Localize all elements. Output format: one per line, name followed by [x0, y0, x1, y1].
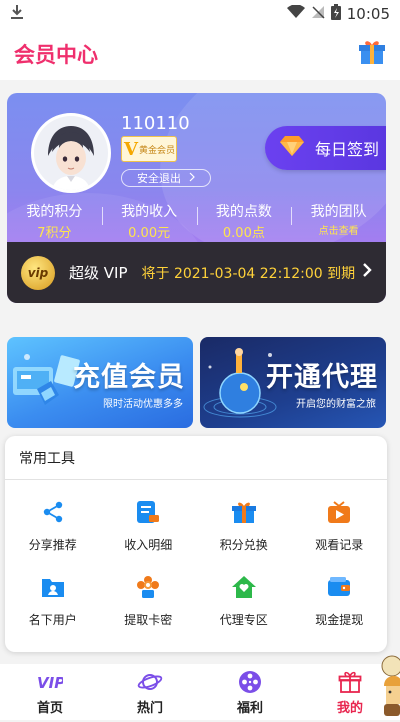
nav-label: 福利 [236, 701, 263, 716]
tool-agent-zone[interactable]: 代理专区 [196, 573, 292, 628]
tool-my-users[interactable]: 名下用户 [5, 573, 101, 628]
status-bar: 10:05 [0, 0, 400, 28]
tool-cash-withdraw[interactable]: 现金提现 [292, 573, 388, 628]
daily-checkin-button[interactable]: 每日签到 [265, 126, 386, 170]
banner-title: 充值会员 [73, 362, 185, 393]
tool-label: 名下用户 [28, 613, 77, 627]
card-code-icon [134, 573, 162, 601]
tools-title: 常用工具 [5, 436, 387, 480]
page-title: 会员中心 [14, 43, 98, 67]
planet-icon [137, 670, 163, 694]
stat-label: 我的团队 [310, 204, 367, 220]
stat-label: 我的积分 [26, 204, 83, 220]
badge-letter: V [124, 138, 138, 160]
banner-subtitle: 开启您的财富之旅 [296, 399, 376, 410]
nav-hot[interactable]: 热门 [100, 664, 200, 720]
nav-label: 热门 [136, 701, 163, 716]
stat-credits[interactable]: 我的点数 0.00点 [196, 201, 292, 241]
recharge-member-banner[interactable]: 充值会员 限时活动优惠多多 [7, 337, 193, 428]
download-icon [10, 4, 24, 24]
stat-points[interactable]: 我的积分 7积分 [7, 201, 102, 241]
svg-text:VIP: VIP [37, 674, 63, 690]
member-card: 110110 V 黄金会员 安全退出 每日签到 我的积分 7积分 我的收入 0.… [7, 93, 386, 303]
wallet-icon [325, 573, 353, 601]
vip-label: 超级 VIP [69, 264, 128, 282]
bottom-navigation: VIP 首页 热门 福利 我的 [0, 664, 400, 720]
nav-label: 我的 [336, 701, 363, 716]
avatar[interactable] [31, 113, 111, 193]
logout-button[interactable]: 安全退出 [121, 169, 211, 187]
nav-label: 首页 [36, 701, 63, 716]
stat-label: 我的收入 [121, 204, 178, 220]
user-folder-icon [39, 573, 67, 601]
tool-points-exchange[interactable]: 积分兑换 [196, 498, 292, 553]
app-header: 会员中心 [0, 28, 400, 80]
username: 110110 [121, 113, 190, 134]
stats-row: 我的积分 7积分 我的收入 0.00元 我的点数 0.00点 我的团队 点击查看 [7, 201, 386, 241]
vip-expiry-bar[interactable]: vip 超级 VIP 将于 2021-03-04 22:12:00 到期 [7, 242, 386, 303]
stat-value: 0.00元 [128, 226, 171, 241]
banner-title: 开通代理 [266, 362, 378, 393]
stat-value: 点击查看 [318, 226, 359, 237]
vip-home-icon: VIP [37, 670, 63, 694]
gift-icon [230, 498, 258, 526]
diamond-icon [279, 135, 305, 161]
nav-welfare[interactable]: 福利 [200, 664, 300, 720]
tool-share-recommend[interactable]: 分享推荐 [5, 498, 101, 553]
income-detail-icon [134, 498, 162, 526]
checkin-label: 每日签到 [315, 140, 380, 159]
member-level-badge: V 黄金会员 [121, 136, 177, 162]
tool-label: 观看记录 [315, 538, 364, 552]
vip-coin-icon: vip [21, 255, 55, 290]
open-agent-banner[interactable]: 开通代理 开启您的财富之旅 [200, 337, 386, 428]
agent-home-icon [230, 573, 258, 601]
floating-mascot[interactable] [374, 652, 400, 718]
stat-income[interactable]: 我的收入 0.00元 [101, 201, 197, 241]
vip-expire-text: 将于 2021-03-04 22:12:00 到期 [141, 265, 356, 282]
battery-icon [330, 4, 341, 24]
tool-watch-history[interactable]: 观看记录 [292, 498, 388, 553]
tool-label: 分享推荐 [28, 538, 77, 552]
tool-extract-card[interactable]: 提取卡密 [101, 573, 197, 628]
stat-value: 7积分 [37, 226, 72, 241]
stat-label: 我的点数 [215, 204, 272, 220]
common-tools-panel: 常用工具 分享推荐 收入明细 积分兑换 观看记录 名下用户 提取卡密 代理专区 … [5, 436, 387, 652]
badge-text: 黄金会员 [138, 145, 175, 156]
logout-label: 安全退出 [137, 172, 181, 185]
chevron-right-icon [362, 262, 372, 283]
tool-label: 提取卡密 [124, 613, 173, 627]
stat-value: 0.00点 [222, 226, 265, 241]
clock-time: 10:05 [346, 5, 390, 23]
tools-grid: 分享推荐 收入明细 积分兑换 观看记录 名下用户 提取卡密 代理专区 现金提现 [5, 480, 387, 628]
gift-icon[interactable] [358, 38, 386, 70]
gift-profile-icon [338, 670, 362, 694]
tool-label: 收入明细 [124, 538, 173, 552]
wifi-icon [286, 4, 305, 23]
tool-income-detail[interactable]: 收入明细 [101, 498, 197, 553]
chevron-right-icon [189, 172, 195, 185]
stat-team[interactable]: 我的团队 点击查看 [291, 201, 386, 241]
no-signal-icon [311, 5, 325, 23]
film-reel-icon [238, 670, 262, 694]
banner-subtitle: 限时活动优惠多多 [103, 399, 183, 410]
play-history-icon [325, 498, 353, 526]
share-icon [39, 498, 67, 526]
nav-home[interactable]: VIP 首页 [0, 664, 100, 720]
tool-label: 现金提现 [315, 613, 364, 627]
tool-label: 代理专区 [219, 613, 268, 627]
tool-label: 积分兑换 [219, 538, 268, 552]
